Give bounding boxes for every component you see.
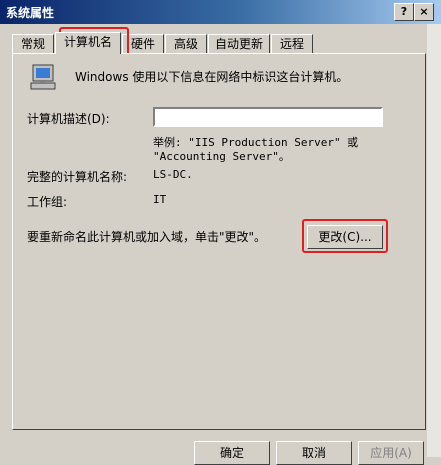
tab-hardware[interactable]: 硬件 — [122, 34, 164, 54]
change-button[interactable]: 更改(C)... — [307, 225, 383, 249]
apply-button[interactable]: 应用(A) — [358, 441, 424, 465]
full-name-label: 完整的计算机名称: — [27, 170, 128, 184]
title-bar: 系统属性 ? × — [0, 0, 441, 24]
description-input[interactable] — [153, 107, 383, 127]
intro-text: Windows 使用以下信息在网络中标识这台计算机。 — [75, 70, 349, 84]
description-label: 计算机描述(D): — [27, 112, 110, 126]
ok-button[interactable]: 确定 — [194, 441, 270, 465]
tab-computer-name[interactable]: 计算机名 — [55, 32, 121, 54]
right-edge-scrollbar — [427, 24, 441, 457]
help-button[interactable]: ? — [394, 3, 414, 21]
tab-general[interactable]: 常规 — [12, 34, 54, 54]
rename-instruction: 要重新命名此计算机或加入域，单击"更改"。 — [27, 230, 267, 244]
workgroup-label: 工作组: — [27, 195, 68, 209]
computer-name-panel: Windows 使用以下信息在网络中标识这台计算机。 计算机描述(D): 举例:… — [12, 53, 426, 430]
full-name-value: LS-DC. — [153, 168, 193, 181]
computer-icon — [30, 64, 56, 90]
example-text-line2: "Accounting Server"。 — [153, 150, 290, 163]
window-title: 系统属性 — [6, 6, 55, 20]
close-button[interactable]: × — [414, 3, 434, 21]
cancel-button[interactable]: 取消 — [276, 441, 352, 465]
tab-advanced[interactable]: 高级 — [165, 34, 207, 54]
workgroup-value: IT — [153, 193, 167, 206]
tab-automatic-updates[interactable]: 自动更新 — [208, 34, 270, 54]
tab-remote[interactable]: 远程 — [271, 34, 313, 54]
